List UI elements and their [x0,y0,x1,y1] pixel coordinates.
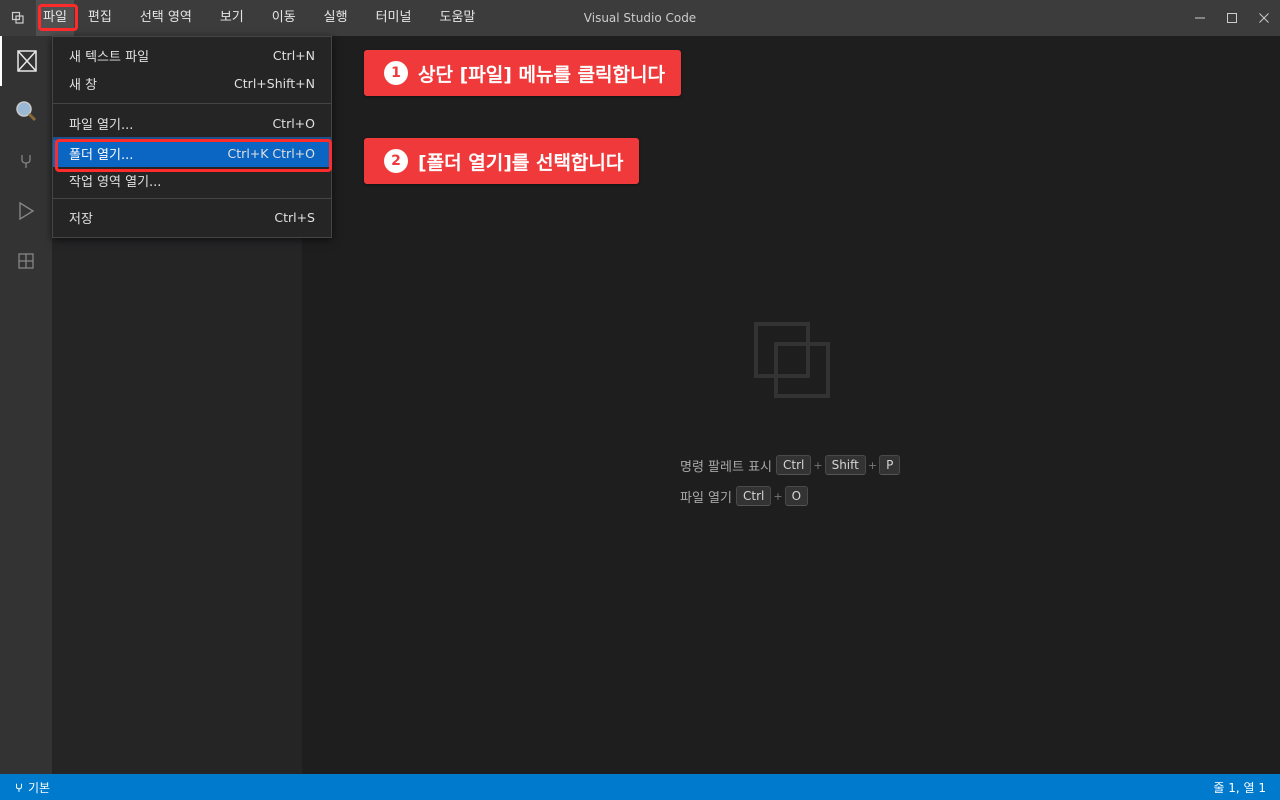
menu-item-label: 새 텍스트 파일 [69,49,150,65]
menu-item-shortcut: Ctrl+S [274,209,315,225]
branch-indicator[interactable]: 기본 [14,779,50,796]
close-icon[interactable] [1248,0,1280,36]
welcome-shortcuts: 명령 팔레트 표시 Ctrl + Shift + P 파일 열기 Ctrl + … [680,454,901,516]
menu-run[interactable]: 실행 [310,0,362,36]
window-controls [1184,0,1280,36]
menu-go[interactable]: 이동 [258,0,310,36]
menu-item-shortcut: Ctrl+O [272,115,315,131]
plus-sign: + [867,458,878,472]
annotation-text: 상단 [파일] 메뉴를 클릭합니다 [418,63,665,86]
branch-name: 기본 [28,780,51,795]
open-file-hint: 파일 열기 Ctrl + O [680,485,900,507]
run-debug-icon[interactable] [0,186,52,236]
menu-item-label: 파일 열기... [69,117,134,133]
key-ctrl: Ctrl [735,486,772,506]
minimize-icon[interactable] [1184,0,1216,36]
menu-new-text-file[interactable]: 새 텍스트 파일 Ctrl+N [53,41,331,69]
step-badge: 1 [384,61,408,85]
menu-edit[interactable]: 편집 [74,0,126,36]
search-icon[interactable] [0,86,52,136]
key-o: O [784,486,809,506]
status-bar: 기본 줄 1, 열 1 [0,774,1280,800]
menu-terminal[interactable]: 터미널 [362,0,426,36]
cursor-position[interactable]: 줄 1, 열 1 [1213,779,1266,796]
open-folder-highlight-box [55,139,332,172]
key-p: P [879,455,901,475]
menu-help[interactable]: 도움말 [425,0,489,36]
menu-selection[interactable]: 선택 영역 [126,0,206,36]
command-palette-hint: 명령 팔레트 표시 Ctrl + Shift + P [680,454,901,476]
key-shift: Shift [824,455,866,475]
vscode-watermark-icon [754,322,830,398]
menu-item-label: 작업 영역 열기... [69,174,162,190]
plus-sign: + [773,489,783,503]
menu-item-label: 새 창 [69,77,98,93]
title-bar: 파일 편집 선택 영역 보기 이동 실행 터미널 도움말 Visual Stud… [0,0,1280,36]
file-menu-highlight-box [38,4,78,31]
menu-separator [53,198,331,199]
annotation-text: [폴더 열기]를 선택합니다 [418,151,624,174]
branch-icon [16,783,22,792]
menu-item-label: 저장 [69,211,93,227]
annotation-callout-1: 1 상단 [파일] 메뉴를 클릭합니다 [364,50,681,96]
extensions-icon[interactable] [0,236,52,286]
annotation-callout-2: 2 [폴더 열기]를 선택합니다 [364,138,640,184]
step-badge: 2 [384,149,408,173]
menu-bar: 파일 편집 선택 영역 보기 이동 실행 터미널 도움말 [36,0,489,36]
menu-item-shortcut: Ctrl+Shift+N [234,75,315,91]
menu-view[interactable]: 보기 [206,0,258,36]
open-file-label: 파일 열기 [680,490,732,506]
menu-new-window[interactable]: 새 창 Ctrl+Shift+N [53,69,331,97]
command-palette-label: 명령 팔레트 표시 [680,459,772,475]
menu-open-file[interactable]: 파일 열기... Ctrl+O [53,109,331,137]
menu-item-shortcut: Ctrl+N [272,47,315,63]
maximize-icon[interactable] [1216,0,1248,36]
key-ctrl: Ctrl [776,455,812,475]
menu-separator [53,103,331,104]
menu-save[interactable]: 저장 Ctrl+S [53,203,331,231]
file-menu-dropdown: 새 텍스트 파일 Ctrl+N 새 창 Ctrl+Shift+N 파일 열기..… [52,36,332,238]
app-menu-icon[interactable] [0,0,36,36]
plus-sign: + [813,458,823,472]
explorer-icon[interactable] [0,36,52,86]
activity-bar [0,36,52,774]
source-control-icon[interactable] [0,136,52,186]
